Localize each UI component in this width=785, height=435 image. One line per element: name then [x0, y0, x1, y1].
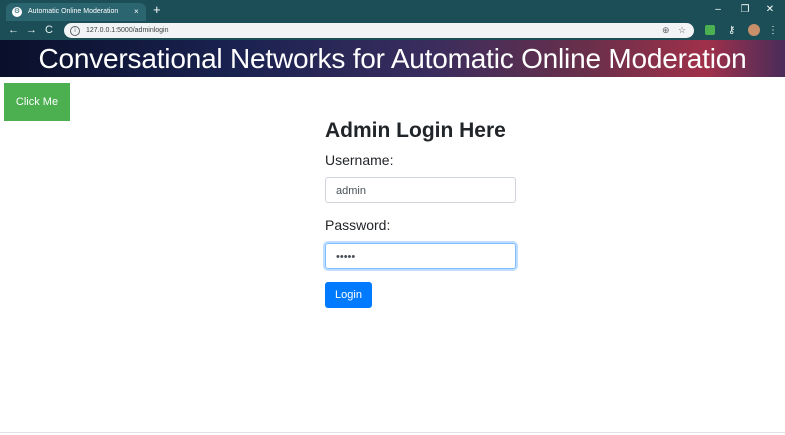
key-icon[interactable]: ⚷ [728, 23, 735, 38]
url-text[interactable]: 127.0.0.1:5000/adminlogin [86, 23, 169, 38]
forward-icon[interactable]: → [26, 23, 37, 38]
site-favicon-icon: ⚙ [12, 7, 22, 17]
info-icon[interactable]: i [70, 26, 80, 36]
login-button[interactable]: Login [325, 282, 372, 308]
address-bar[interactable]: i 127.0.0.1:5000/adminlogin ⊕ ☆ [64, 23, 694, 38]
menu-icon[interactable]: ⋮ [768, 23, 778, 38]
reload-icon[interactable]: C [45, 23, 53, 38]
header-banner: Conversational Networks for Automatic On… [0, 40, 785, 77]
username-label: Username: [325, 152, 394, 168]
avatar[interactable] [748, 24, 760, 36]
banner-title: Conversational Networks for Automatic On… [38, 43, 747, 74]
browser-tab[interactable]: ⚙ Automatic Online Moderation × [6, 3, 146, 21]
click-me-button[interactable]: Click Me [4, 83, 70, 121]
star-icon[interactable]: ☆ [678, 23, 686, 38]
browser-titlebar: ⚙ Automatic Online Moderation × + – ❐ ✕ [0, 0, 785, 21]
tab-close-icon[interactable]: × [134, 3, 139, 21]
tab-title: Automatic Online Moderation [28, 8, 119, 15]
page-title: Admin Login Here [325, 119, 506, 142]
zoom-icon[interactable]: ⊕ [662, 23, 670, 38]
username-field[interactable]: admin [325, 177, 516, 203]
password-label: Password: [325, 217, 391, 233]
back-icon[interactable]: ← [8, 23, 19, 38]
sheets-icon[interactable] [705, 25, 715, 35]
close-window-button[interactable]: ✕ [760, 3, 780, 17]
divider [0, 432, 785, 433]
password-field[interactable]: ••••• [325, 243, 516, 269]
browser-toolbar: ← → C i 127.0.0.1:5000/adminlogin ⊕ ☆ ⚷ … [0, 21, 785, 40]
minimize-button[interactable]: – [708, 3, 728, 17]
restore-button[interactable]: ❐ [735, 3, 755, 17]
new-tab-button[interactable]: + [153, 2, 161, 18]
